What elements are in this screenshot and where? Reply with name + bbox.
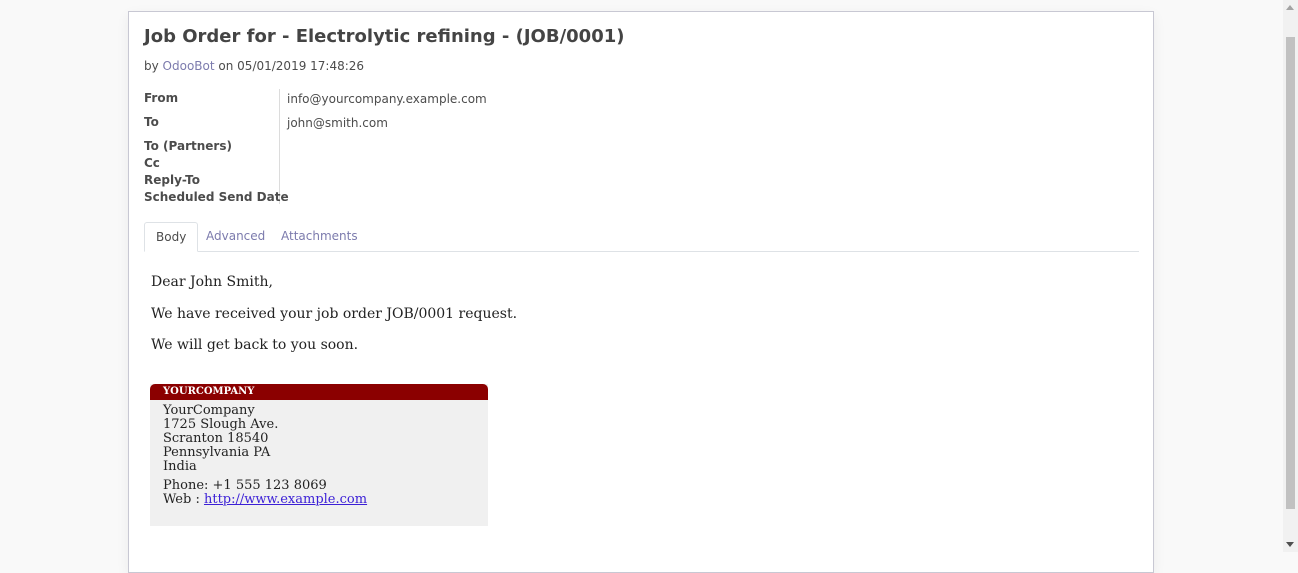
to-value: john@smith.com (287, 116, 388, 130)
date-text: on 05/01/2019 17:48:26 (218, 59, 365, 73)
tab-bar: Body Advanced Attachments (144, 222, 1139, 252)
signature-city: Scranton 18540 (163, 431, 269, 446)
field-divider (279, 89, 280, 204)
signature-country: India (163, 459, 197, 474)
from-value: info@yourcompany.example.com (287, 92, 487, 106)
to-label: To (144, 115, 159, 129)
scrollbar-thumb[interactable] (1286, 37, 1295, 509)
page-title: Job Order for - Electrolytic refining - … (144, 26, 625, 47)
message-sheet: Job Order for - Electrolytic refining - … (128, 11, 1154, 573)
company-signature: YOURCOMPANY YourCompany 1725 Slough Ave.… (150, 384, 488, 526)
body-line-2: We will get back to you soon. (151, 337, 359, 353)
signature-header: YOURCOMPANY (150, 384, 488, 400)
tab-attachments[interactable]: Attachments (270, 222, 369, 250)
reply-to-label: Reply-To (144, 173, 200, 187)
signature-phone: Phone: +1 555 123 8069 (163, 478, 327, 493)
author-link[interactable]: OdooBot (163, 59, 215, 73)
message-byline: by OdooBot on 05/01/2019 17:48:26 (144, 59, 364, 73)
signature-street: 1725 Slough Ave. (163, 417, 279, 432)
signature-state: Pennsylvania PA (163, 445, 271, 460)
signature-web: Web : http://www.example.com (163, 493, 367, 507)
by-prefix: by (144, 59, 159, 73)
scroll-up-arrow-icon[interactable] (1286, 5, 1294, 10)
from-label: From (144, 91, 179, 105)
cc-label: Cc (144, 156, 160, 170)
website-link[interactable]: http://www.example.com (204, 492, 367, 507)
body-line-1: We have received your job order JOB/0001… (151, 306, 518, 322)
body-greeting: Dear John Smith, (151, 274, 273, 290)
scroll-down-arrow-icon[interactable] (1286, 542, 1294, 547)
signature-company: YourCompany (163, 403, 255, 418)
tab-advanced[interactable]: Advanced (195, 222, 276, 250)
web-prefix: Web : (163, 492, 204, 507)
to-partners-label: To (Partners) (144, 139, 232, 153)
scheduled-send-date-label: Scheduled Send Date (144, 190, 289, 204)
tab-body[interactable]: Body (144, 222, 199, 252)
vertical-scrollbar[interactable] (1283, 0, 1298, 552)
